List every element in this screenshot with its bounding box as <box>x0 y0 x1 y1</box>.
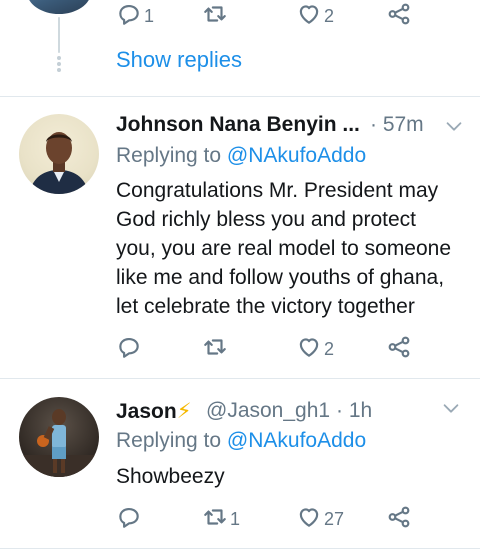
avatar[interactable] <box>19 114 99 194</box>
timestamp[interactable]: · 57m <box>370 113 424 137</box>
retweet-icon <box>202 504 228 535</box>
tweet-text-line: like me and follow youths of ghana, <box>116 266 445 289</box>
mention-link[interactable]: @NAkufoAddo <box>227 429 366 452</box>
replying-to: Replying to @NAkufoAddo <box>116 429 366 453</box>
reply-button[interactable] <box>116 505 144 533</box>
thread-dots <box>56 56 62 72</box>
tweet-header: Jason⚡ @Jason_gh1 · 1h <box>116 399 466 427</box>
tweet-text: Congratulations Mr. President may God ri… <box>116 176 471 321</box>
chevron-down-icon <box>440 404 462 423</box>
retweet-icon <box>202 1 228 32</box>
reply-button[interactable]: 1 <box>116 2 154 30</box>
thread-connector <box>58 17 60 53</box>
tweet-text-line: Showbeezy <box>116 465 225 488</box>
previous-tweet: 1 2 Show replies <box>0 0 480 97</box>
tweet-actions: 1 2 <box>116 2 446 30</box>
share-icon <box>386 1 412 32</box>
mention-link[interactable]: @NAkufoAddo <box>227 144 366 167</box>
lightning-emoji: ⚡ <box>176 400 192 423</box>
timestamp[interactable]: · 1h <box>336 399 372 423</box>
like-count: 2 <box>324 338 335 359</box>
share-button[interactable] <box>386 335 412 363</box>
share-icon <box>386 504 412 535</box>
display-name[interactable]: Johnson Nana Benyin ... <box>116 113 360 137</box>
like-button[interactable]: 2 <box>296 335 334 363</box>
tweet-menu-button[interactable] <box>440 397 462 419</box>
tweet-text-line: you, you are real model to someone <box>116 237 452 260</box>
reply-count: 1 <box>144 5 155 26</box>
reply-icon <box>116 1 142 32</box>
replying-prefix: Replying to <box>116 144 222 167</box>
display-name-text: Jason <box>116 400 177 423</box>
retweet-button[interactable] <box>202 2 230 30</box>
tweet-actions: 1 27 <box>116 505 446 533</box>
like-count: 27 <box>324 508 345 529</box>
retweet-icon <box>202 334 228 365</box>
tweet-text-line: God richly bless you and protect <box>116 208 416 231</box>
tweet[interactable]: Johnson Nana Benyin ... · 57m Replying t… <box>0 97 480 378</box>
chevron-down-icon <box>443 122 465 141</box>
avatar[interactable] <box>19 397 99 477</box>
like-button[interactable]: 27 <box>296 505 344 533</box>
heart-icon <box>296 1 322 32</box>
user-handle[interactable]: @Jason_gh1 <box>206 399 330 423</box>
tweet-actions: 2 <box>116 335 446 363</box>
share-button[interactable] <box>386 505 412 533</box>
share-button[interactable] <box>386 2 412 30</box>
tweet-menu-button[interactable] <box>443 115 465 137</box>
reply-icon <box>116 504 142 535</box>
replying-to: Replying to @NAkufoAddo <box>116 144 366 168</box>
divider <box>0 548 480 549</box>
retweet-count: 1 <box>230 508 241 529</box>
retweet-button[interactable]: 1 <box>202 505 240 533</box>
show-replies-link[interactable]: Show replies <box>116 47 242 73</box>
heart-icon <box>296 334 322 365</box>
tweet-header: Johnson Nana Benyin ... · 57m <box>116 113 466 141</box>
display-name[interactable]: Jason⚡ <box>116 399 191 424</box>
reply-icon <box>116 334 142 365</box>
replying-prefix: Replying to <box>116 429 222 452</box>
avatar[interactable] <box>27 0 91 14</box>
share-icon <box>386 334 412 365</box>
tweet[interactable]: Jason⚡ @Jason_gh1 · 1h Replying to @NAku… <box>0 379 480 560</box>
heart-icon <box>296 504 322 535</box>
reply-button[interactable] <box>116 335 144 363</box>
tweet-text-line: let celebrate the victory together <box>116 295 415 318</box>
like-button[interactable]: 2 <box>296 2 334 30</box>
retweet-button[interactable] <box>202 335 230 363</box>
like-count: 2 <box>324 5 335 26</box>
tweet-text-line: Congratulations Mr. President may <box>116 179 439 202</box>
tweet-text: Showbeezy <box>116 462 471 491</box>
